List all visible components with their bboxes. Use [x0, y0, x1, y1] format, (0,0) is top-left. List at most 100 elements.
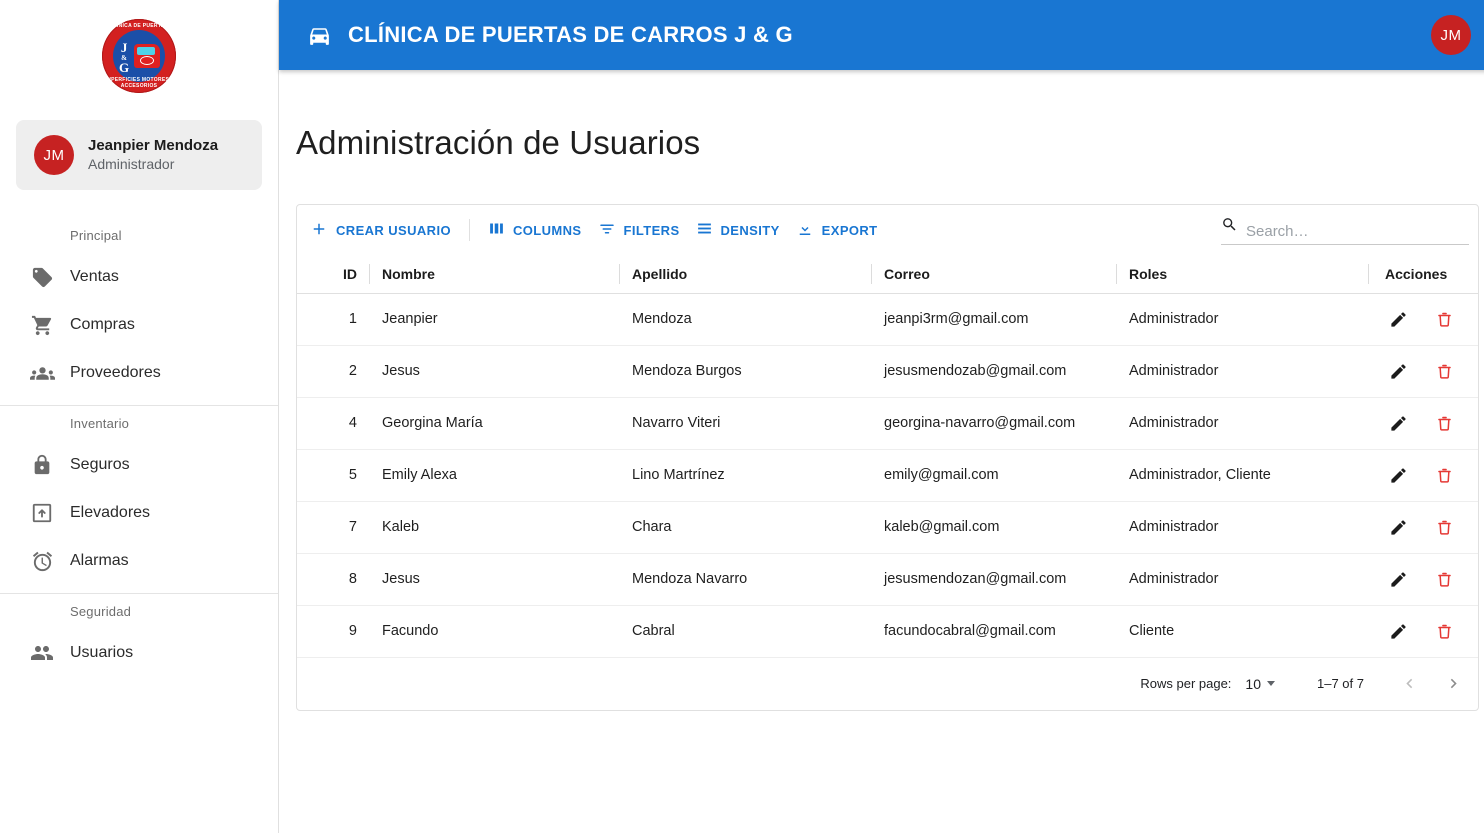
sidebar-nav: Principal Ventas Compras Proveedores Inv…: [0, 218, 278, 677]
export-button[interactable]: EXPORT: [788, 214, 886, 247]
sidebar-item-seguros[interactable]: Seguros: [0, 441, 278, 489]
alarm-icon: [14, 550, 70, 573]
tag-icon: [14, 266, 70, 289]
delete-trash-icon[interactable]: [1431, 358, 1457, 384]
cell-id: 5: [297, 449, 369, 502]
sidebar-item-alarmas[interactable]: Alarmas: [0, 537, 278, 585]
elevator-icon: [14, 502, 70, 524]
search-box[interactable]: [1221, 216, 1469, 245]
delete-trash-icon[interactable]: [1431, 566, 1457, 592]
filters-button[interactable]: FILTERS: [590, 214, 688, 247]
page-title: Administración de Usuarios: [296, 124, 701, 161]
cell-acciones: [1368, 397, 1478, 450]
users-table: ID Nombre Apellido Correo Roles Acciones…: [297, 255, 1478, 658]
column-header-acciones: Acciones: [1368, 255, 1478, 294]
cell-acciones: [1368, 605, 1478, 658]
search-input[interactable]: [1246, 222, 1469, 240]
search-icon: [1221, 216, 1238, 240]
edit-pencil-icon[interactable]: [1385, 514, 1411, 540]
edit-pencil-icon[interactable]: [1385, 462, 1411, 488]
data-grid-toolbar: CREAR USUARIO COLUMNS FILTERS DENSITY EX…: [297, 205, 1478, 255]
edit-pencil-icon[interactable]: [1385, 358, 1411, 384]
cell-id: 7: [297, 501, 369, 554]
density-button[interactable]: DENSITY: [688, 214, 788, 246]
column-header-nombre[interactable]: Nombre: [369, 255, 619, 294]
data-grid-panel: CREAR USUARIO COLUMNS FILTERS DENSITY EX…: [296, 204, 1479, 711]
chevron-left-icon[interactable]: [1396, 671, 1422, 697]
cell-id: 2: [297, 345, 369, 398]
clinic-logo-icon: CLÍNICA DE PUERTAS J & G SUPERFICIES MOT…: [102, 19, 176, 93]
delete-trash-icon[interactable]: [1431, 462, 1457, 488]
profile-name: Jeanpier Mendoza: [88, 137, 219, 154]
export-label: EXPORT: [821, 222, 878, 238]
delete-trash-icon[interactable]: [1431, 618, 1457, 644]
table-row[interactable]: 5 Emily Alexa Lino Martrínez emily@gmail.co…: [297, 449, 1478, 502]
create-user-button[interactable]: CREAR USUARIO: [302, 214, 459, 247]
sidebar-profile-card[interactable]: JM Jeanpier Mendoza Administrador: [16, 120, 262, 190]
sidebar-item-ventas[interactable]: Ventas: [0, 253, 278, 301]
cell-correo: jeanpi3rm@gmail.com: [871, 293, 1116, 346]
cell-roles: Cliente: [1116, 605, 1368, 658]
table-row[interactable]: 2 Jesus Mendoza Burgos jesusmendozab@gmail.…: [297, 345, 1478, 398]
sidebar-item-label: Usuarios: [70, 644, 134, 661]
sidebar-item-label: Alarmas: [70, 552, 129, 569]
cell-acciones: [1368, 293, 1478, 346]
delete-trash-icon[interactable]: [1431, 514, 1457, 540]
user-avatar-button[interactable]: JM: [1431, 15, 1471, 55]
row-actions: [1378, 514, 1468, 540]
delete-trash-icon[interactable]: [1431, 306, 1457, 332]
cell-acciones: [1368, 449, 1478, 502]
download-icon: [796, 220, 814, 241]
toolbar-divider: [468, 219, 470, 241]
column-header-correo[interactable]: Correo: [871, 255, 1116, 294]
sidebar-item-proveedores[interactable]: Proveedores: [0, 349, 278, 397]
table-row[interactable]: 1 Jeanpier Mendoza jeanpi3rm@gmail.com Admin…: [297, 293, 1478, 346]
sidebar-item-usuarios[interactable]: Usuarios: [0, 629, 278, 677]
logo-inner-circle: J & G: [113, 30, 165, 82]
rows-per-page-select[interactable]: 10: [1245, 676, 1275, 692]
edit-pencil-icon[interactable]: [1385, 410, 1411, 436]
cell-nombre: Kaleb: [369, 501, 619, 554]
cell-correo: georgina-navarro@gmail.com: [871, 397, 1116, 450]
cell-apellido: Cabral: [619, 605, 871, 658]
cell-apellido: Mendoza: [619, 293, 871, 346]
cell-id: 9: [297, 605, 369, 658]
cell-nombre: Jesus: [369, 345, 619, 398]
columns-label: COLUMNS: [512, 222, 582, 238]
column-header-apellido[interactable]: Apellido: [619, 255, 871, 294]
column-header-id[interactable]: ID: [297, 255, 369, 294]
logo-container: CLÍNICA DE PUERTAS J & G SUPERFICIES MOT…: [0, 0, 278, 112]
chevron-right-icon[interactable]: [1440, 671, 1466, 697]
edit-pencil-icon[interactable]: [1385, 618, 1411, 644]
sidebar-item-label: Ventas: [70, 268, 119, 285]
logo-monogram-g: G: [119, 60, 130, 75]
delete-trash-icon[interactable]: [1431, 410, 1457, 436]
filters-label: FILTERS: [623, 222, 680, 238]
row-actions: [1378, 358, 1468, 384]
table-row[interactable]: 4 Georgina María Navarro Viteri georgina-na…: [297, 397, 1478, 450]
table-row[interactable]: 8 Jesus Mendoza Navarro jesusmendozan@gmail…: [297, 553, 1478, 606]
table-row[interactable]: 7 Kaleb Chara kaleb@gmail.com Administrador: [297, 501, 1478, 554]
sidebar-item-label: Elevadores: [70, 504, 151, 521]
columns-button[interactable]: COLUMNS: [480, 214, 590, 246]
sidebar-item-elevadores[interactable]: Elevadores: [0, 489, 278, 537]
chevron-down-icon: [1267, 681, 1275, 686]
car-door-icon: [307, 23, 332, 48]
rows-per-page-value: 10: [1245, 675, 1261, 692]
sidebar-item-label: Proveedores: [70, 364, 161, 381]
column-header-roles[interactable]: Roles: [1116, 255, 1368, 294]
cell-correo: emily@gmail.com: [871, 449, 1116, 502]
cell-roles: Administrador: [1116, 345, 1368, 398]
edit-pencil-icon[interactable]: [1385, 306, 1411, 332]
edit-pencil-icon[interactable]: [1385, 566, 1411, 592]
sidebar-item-compras[interactable]: Compras: [0, 301, 278, 349]
avatar: JM: [34, 135, 74, 175]
rows-per-page-label: Rows per page:: [1140, 676, 1232, 691]
cell-roles: Administrador: [1116, 293, 1368, 346]
cell-roles: Administrador: [1116, 501, 1368, 554]
cell-roles: Administrador: [1116, 553, 1368, 606]
table-row[interactable]: 9 Facundo Cabral facundocabral@gmail.com Cli…: [297, 605, 1478, 658]
cell-correo: jesusmendozan@gmail.com: [871, 553, 1116, 606]
shopping-cart-icon: [14, 314, 70, 337]
cell-apellido: Chara: [619, 501, 871, 554]
